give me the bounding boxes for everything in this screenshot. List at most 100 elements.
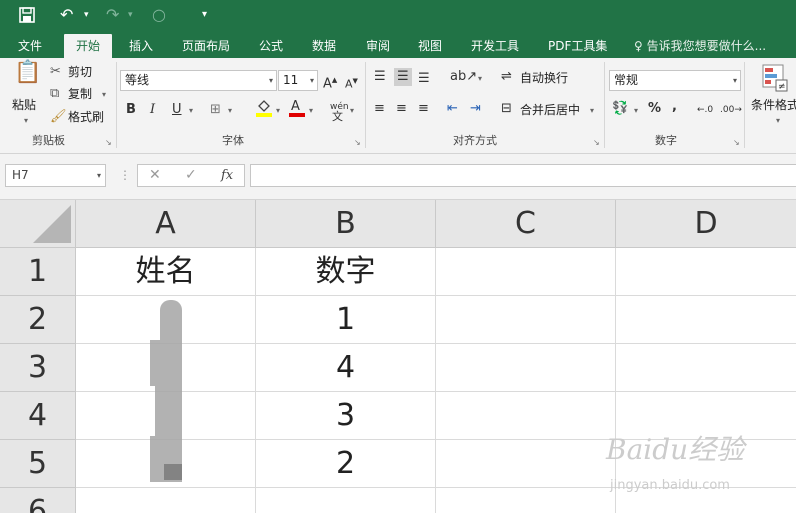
dialog-launcher-icon[interactable]: ↘ — [733, 138, 740, 147]
cell-b6[interactable] — [256, 488, 436, 513]
border-icon[interactable]: ⊞ — [210, 101, 221, 119]
decrease-indent-icon[interactable]: ⇤ — [447, 100, 458, 118]
tell-me-box[interactable]: ♀ 告诉我您想要做什么... — [634, 34, 766, 58]
chevron-down-icon[interactable]: ▾ — [634, 106, 638, 115]
chevron-down-icon[interactable]: ▾ — [478, 74, 482, 83]
merge-center-button[interactable]: 合并后居中 — [520, 101, 580, 119]
undo-icon[interactable]: ↶ — [60, 3, 73, 27]
align-bottom-icon[interactable]: ☰ — [418, 70, 430, 88]
font-color-icon[interactable]: A — [288, 98, 306, 124]
font-name-combo[interactable]: 等线 ▾ — [120, 70, 277, 91]
tab-view[interactable]: 视图 — [412, 34, 448, 58]
touch-mode-icon[interactable]: ○ — [152, 3, 166, 27]
cell-d2[interactable] — [616, 296, 796, 344]
align-center-icon[interactable]: ≡ — [396, 100, 407, 118]
tab-insert[interactable]: 插入 — [123, 34, 159, 58]
chevron-down-icon[interactable]: ▾ — [102, 90, 106, 99]
chevron-down-icon[interactable]: ▾ — [228, 106, 232, 115]
row-header-4[interactable]: 4 — [0, 392, 76, 440]
align-top-icon[interactable]: ☰ — [374, 68, 386, 86]
chevron-down-icon[interactable]: ▾ — [84, 3, 89, 27]
cell-c1[interactable] — [436, 248, 616, 296]
row-header-3[interactable]: 3 — [0, 344, 76, 392]
decrease-decimal-icon[interactable]: .00→ — [720, 101, 742, 119]
tab-data[interactable]: 数据 — [306, 34, 342, 58]
cell-d1[interactable] — [616, 248, 796, 296]
fill-color-icon[interactable] — [255, 98, 273, 124]
cell-d3[interactable] — [616, 344, 796, 392]
dialog-launcher-icon[interactable]: ↘ — [354, 138, 361, 147]
conditional-format-button[interactable]: 条件格式 — [751, 96, 796, 114]
tab-pdf-tools[interactable]: PDF工具集 — [542, 34, 613, 58]
number-format-combo[interactable]: 常规 ▾ — [609, 70, 741, 91]
increase-indent-icon[interactable]: ⇥ — [470, 100, 481, 118]
cell-b2[interactable]: 1 — [256, 296, 436, 344]
column-header-b[interactable]: B — [256, 200, 436, 248]
format-painter-button[interactable]: 格式刷 — [68, 108, 104, 126]
customize-icon[interactable]: ▾ — [202, 3, 207, 27]
row-header-5[interactable]: 5 — [0, 440, 76, 488]
tab-page-layout[interactable]: 页面布局 — [176, 34, 236, 58]
tab-formulas[interactable]: 公式 — [253, 34, 289, 58]
chevron-down-icon[interactable]: ▾ — [350, 106, 354, 115]
percent-button[interactable]: % — [648, 100, 661, 118]
row-header-1[interactable]: 1 — [0, 248, 76, 296]
row-header-6[interactable]: 6 — [0, 488, 76, 513]
dialog-launcher-icon[interactable]: ↘ — [105, 138, 112, 147]
name-box[interactable]: H7 ▾ — [5, 164, 106, 187]
chevron-down-icon[interactable]: ▾ — [128, 3, 133, 27]
cell-c5[interactable] — [436, 440, 616, 488]
select-all-button[interactable] — [0, 200, 76, 248]
font-size-combo[interactable]: 11 ▾ — [278, 70, 318, 91]
align-right-icon[interactable]: ≡ — [418, 100, 429, 118]
drag-handle-icon[interactable]: ⋮ — [119, 168, 131, 182]
chevron-down-icon[interactable]: ▾ — [276, 106, 280, 115]
row-header-2[interactable]: 2 — [0, 296, 76, 344]
chevron-down-icon[interactable]: ▾ — [24, 116, 28, 125]
decrease-font-icon[interactable]: A▼ — [345, 72, 358, 94]
cell-b1[interactable]: 数字 — [256, 248, 436, 296]
tab-developer[interactable]: 开发工具 — [465, 34, 525, 58]
comma-button[interactable]: , — [672, 98, 677, 116]
increase-decimal-icon[interactable]: ←.0 — [697, 101, 713, 119]
bold-button[interactable]: B — [126, 101, 136, 119]
align-left-icon[interactable]: ≡ — [374, 100, 385, 118]
cell-c2[interactable] — [436, 296, 616, 344]
tab-review[interactable]: 审阅 — [360, 34, 396, 58]
chevron-down-icon[interactable]: ▾ — [776, 116, 780, 125]
save-icon[interactable] — [18, 3, 36, 31]
column-header-a[interactable]: A — [76, 200, 256, 248]
dialog-launcher-icon[interactable]: ↘ — [593, 138, 600, 147]
column-header-c[interactable]: C — [436, 200, 616, 248]
paste-button[interactable]: 粘贴 — [12, 96, 36, 114]
paste-icon[interactable]: 📋 — [14, 62, 41, 84]
redo-icon[interactable]: ↷ — [106, 3, 119, 27]
cell-b3[interactable]: 4 — [256, 344, 436, 392]
tab-home[interactable]: 开始 — [64, 34, 112, 58]
cell-c4[interactable] — [436, 392, 616, 440]
cell-c3[interactable] — [436, 344, 616, 392]
align-middle-icon[interactable]: ☰ — [394, 68, 412, 86]
cancel-icon[interactable]: ✕ — [149, 165, 161, 186]
underline-button[interactable]: U — [172, 101, 182, 119]
cell-b4[interactable]: 3 — [256, 392, 436, 440]
currency-icon[interactable]: 💱 — [612, 100, 628, 118]
formula-input[interactable] — [250, 164, 796, 187]
insert-function-icon[interactable]: fx — [221, 165, 233, 186]
enter-icon[interactable]: ✓ — [185, 165, 197, 186]
column-header-d[interactable]: D — [616, 200, 796, 248]
tab-file[interactable]: 文件 — [12, 34, 48, 58]
chevron-down-icon[interactable]: ▾ — [189, 106, 193, 115]
cell-a1[interactable]: 姓名 — [76, 248, 256, 296]
italic-button[interactable]: I — [150, 101, 155, 119]
cell-a6[interactable] — [76, 488, 256, 513]
chevron-down-icon[interactable]: ▾ — [309, 106, 313, 115]
orientation-icon[interactable]: ab↗ — [450, 68, 477, 86]
cell-b5[interactable]: 2 — [256, 440, 436, 488]
copy-button[interactable]: 复制 — [68, 85, 92, 103]
cell-c6[interactable] — [436, 488, 616, 513]
wrap-text-button[interactable]: 自动换行 — [520, 69, 568, 87]
increase-font-icon[interactable]: A▲ — [323, 71, 337, 93]
chevron-down-icon[interactable]: ▾ — [590, 106, 594, 115]
cut-button[interactable]: 剪切 — [68, 63, 92, 81]
